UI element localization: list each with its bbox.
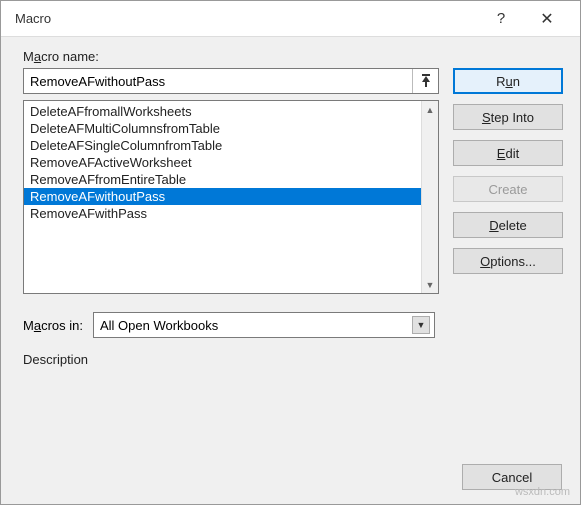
description-label: Description [23, 352, 439, 367]
help-icon: ? [497, 10, 505, 27]
dialog-title: Macro [15, 11, 478, 26]
help-button[interactable]: ? [478, 4, 524, 34]
macro-dialog: Macro ? ✕ Macro name: Delete [0, 0, 581, 505]
list-item[interactable]: RemoveAFwithPass [24, 205, 421, 222]
macros-in-value: All Open Workbooks [100, 318, 218, 333]
watermark: wsxdn.com [515, 486, 570, 498]
macro-name-input[interactable] [24, 69, 412, 93]
edit-button[interactable]: Edit [453, 140, 563, 166]
list-item[interactable]: DeleteAFfromallWorksheets [24, 103, 421, 120]
run-macro-icon-button[interactable] [412, 69, 438, 93]
scroll-down-icon[interactable]: ▼ [422, 276, 438, 293]
run-button[interactable]: Run [453, 68, 563, 94]
list-item[interactable]: RemoveAFwithoutPass [24, 188, 421, 205]
scrollbar[interactable]: ▲ ▼ [421, 101, 438, 293]
step-into-button[interactable]: Step Into [453, 104, 563, 130]
close-icon: ✕ [540, 9, 553, 29]
scroll-up-icon[interactable]: ▲ [422, 101, 438, 118]
list-item[interactable]: RemoveAFActiveWorksheet [24, 154, 421, 171]
close-button[interactable]: ✕ [524, 4, 570, 34]
create-button: Create [453, 176, 563, 202]
titlebar: Macro ? ✕ [1, 1, 580, 37]
list-item[interactable]: DeleteAFMultiColumnsfromTable [24, 120, 421, 137]
list-item[interactable]: DeleteAFSingleColumnfromTable [24, 137, 421, 154]
dialog-content: Macro name: DeleteAFfromallWorksheetsDel… [1, 37, 580, 371]
macro-name-label: Macro name: [23, 49, 566, 64]
delete-button[interactable]: Delete [453, 212, 563, 238]
macros-in-select[interactable]: All Open Workbooks ▼ [93, 312, 435, 338]
macro-list-items[interactable]: DeleteAFfromallWorksheetsDeleteAFMultiCo… [24, 101, 421, 293]
macros-in-label: Macros in: [23, 318, 83, 333]
options-button[interactable]: Options... [453, 248, 563, 274]
macros-in-row: Macros in: All Open Workbooks ▼ [23, 312, 439, 338]
button-column: Run Step Into Edit Create Delete Options… [453, 68, 563, 371]
run-arrow-icon [420, 74, 432, 88]
chevron-down-icon: ▼ [412, 316, 430, 334]
list-item[interactable]: RemoveAFfromEntireTable [24, 171, 421, 188]
macro-list: DeleteAFfromallWorksheetsDeleteAFMultiCo… [23, 100, 439, 294]
macro-name-field [23, 68, 439, 94]
